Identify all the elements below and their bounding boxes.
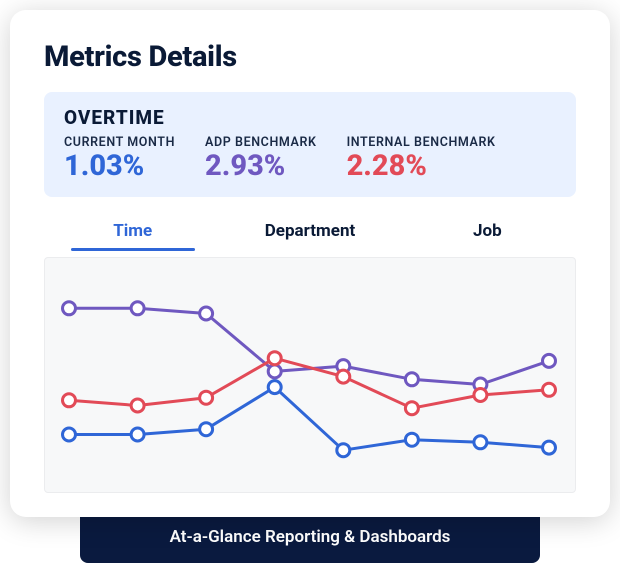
metric-label: INTERNAL BENCHMARK — [347, 135, 496, 150]
summary-heading: OVERTIME — [64, 106, 556, 129]
tab-time[interactable]: Time — [44, 213, 221, 251]
page-title: Metrics Details — [44, 40, 576, 74]
metric-value: 2.93% — [205, 151, 317, 181]
metric-adp-benchmark: ADP BENCHMARK 2.93% — [205, 135, 317, 181]
chart-tabs: Time Department Job — [44, 213, 576, 251]
line-chart-container — [44, 257, 576, 493]
metric-value: 1.03% — [64, 151, 175, 181]
metric-value: 2.28% — [347, 151, 496, 181]
metric-label: ADP BENCHMARK — [205, 135, 317, 150]
tab-job[interactable]: Job — [399, 213, 576, 251]
metric-label: CURRENT MONTH — [64, 135, 175, 150]
metrics-card: Metrics Details OVERTIME CURRENT MONTH 1… — [10, 10, 610, 517]
tab-department[interactable]: Department — [221, 213, 398, 251]
caption-bar: At-a-Glance Reporting & Dashboards — [80, 511, 540, 563]
line-chart — [49, 268, 569, 480]
metrics-row: CURRENT MONTH 1.03% ADP BENCHMARK 2.93% … — [64, 135, 556, 181]
metric-internal-benchmark: INTERNAL BENCHMARK 2.28% — [347, 135, 496, 181]
overtime-summary-panel: OVERTIME CURRENT MONTH 1.03% ADP BENCHMA… — [44, 92, 576, 197]
metric-current-month: CURRENT MONTH 1.03% — [64, 135, 175, 181]
